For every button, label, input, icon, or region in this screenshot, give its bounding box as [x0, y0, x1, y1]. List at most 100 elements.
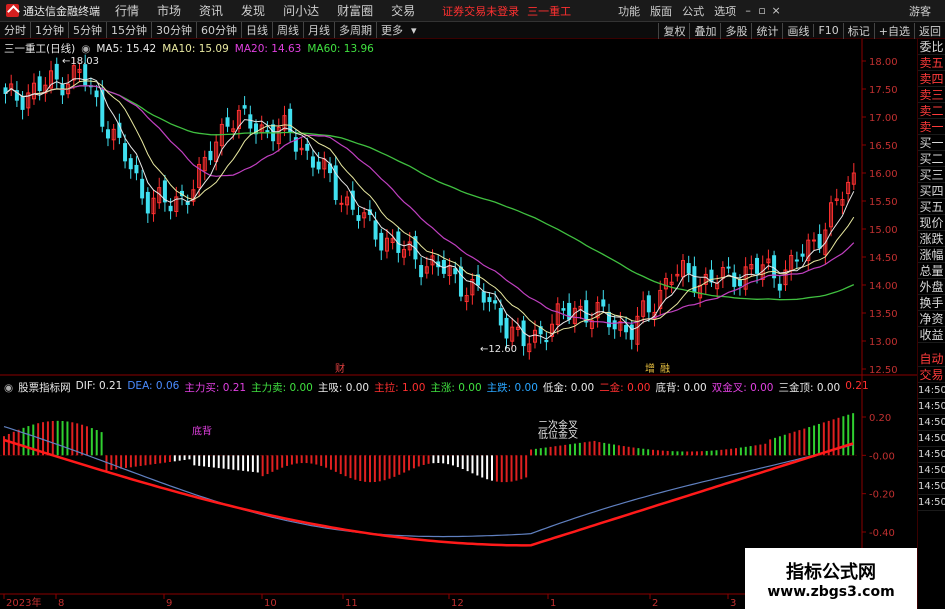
back-button[interactable]: 返回: [914, 22, 945, 39]
price-axis-label: 14.50: [869, 253, 898, 264]
dea-line: [3, 426, 854, 538]
tick-time-label: 14:50: [918, 479, 945, 495]
main-chart-title[interactable]: 三一重工(日线): [4, 41, 75, 56]
indicator-name[interactable]: 股票指标网: [18, 380, 71, 395]
candle-body: [339, 202, 344, 205]
minimize-icon[interactable]: –: [741, 4, 755, 17]
menu-functions[interactable]: 功能: [613, 3, 645, 19]
quote-field-label: 卖二: [918, 104, 945, 119]
divergence-label: 底背: [192, 424, 212, 437]
period-multi[interactable]: 多周期: [334, 22, 376, 38]
indicator-legend-item: 底背: 0.00: [655, 382, 707, 394]
candle-body: [54, 63, 59, 80]
candle-body: [493, 300, 498, 304]
period-more[interactable]: 更多: [376, 22, 407, 38]
f10-button[interactable]: F10: [813, 24, 842, 37]
candle-body: [811, 239, 816, 242]
candle-body: [288, 108, 293, 133]
period-monthly[interactable]: 月线: [303, 22, 334, 38]
quote-side-panel: 委比 卖五 卖四 卖三 卖二 卖一 买一 买二 买三 买四 买五 现价 涨跌 涨幅 总量 外盘 换手 净资 收益 自动…: [917, 39, 945, 609]
candle-body: [458, 266, 463, 297]
add-watchlist-button[interactable]: +自选: [873, 22, 914, 39]
menu-quotes[interactable]: 行情: [106, 2, 148, 19]
candle-body: [225, 117, 230, 127]
candle-body: [561, 308, 566, 311]
quote-field-label: 换手: [918, 296, 945, 311]
menu-options[interactable]: 选项: [709, 3, 741, 19]
adjust-button[interactable]: 复权: [658, 22, 689, 39]
period-tick[interactable]: 分时: [0, 22, 30, 38]
period-30min[interactable]: 30分钟: [151, 22, 196, 38]
indicator-axis-label: 0.20: [869, 413, 891, 424]
quote-field-label: 卖三: [918, 88, 945, 103]
overlay-button[interactable]: 叠加: [689, 22, 720, 39]
menu-discover[interactable]: 发现: [232, 2, 274, 19]
candle-body: [624, 325, 629, 333]
menu-news[interactable]: 资讯: [190, 2, 232, 19]
title-bar: 通达信金融终端 行情 市场 资讯 发现 问小达 财富圈 交易 证券交易未登录 三…: [0, 0, 945, 22]
app-title: 通达信金融终端: [23, 4, 100, 18]
current-stock-name: 三一重工: [527, 4, 572, 18]
indicator-legend-item: 主力买: 0.21: [184, 382, 247, 394]
watermark: 指标公式网 www.zbgs3.com: [745, 548, 917, 609]
price-axis-label: 13.50: [869, 309, 898, 320]
ma20-line: [5, 85, 855, 324]
candle-body: [726, 266, 731, 269]
price-axis-label: 15.50: [869, 197, 898, 208]
more-dropdown-icon[interactable]: ▾: [407, 24, 421, 37]
menu-layout[interactable]: 版面: [645, 3, 677, 19]
stats-button[interactable]: 统计: [751, 22, 782, 39]
menu-ask[interactable]: 问小达: [274, 2, 328, 19]
candle-body: [646, 295, 651, 313]
event-mark: 财: [335, 362, 345, 375]
indicator-legend-item: DEA: 0.06: [127, 380, 180, 392]
quote-field-label: 买五: [918, 200, 945, 215]
draw-button[interactable]: 画线: [782, 22, 813, 39]
quote-field-label: 收益: [918, 328, 945, 343]
trade-login-status[interactable]: 证券交易未登录: [442, 3, 519, 19]
indicator-legend-item: 主涨: 0.00: [430, 382, 482, 394]
period-weekly[interactable]: 周线: [272, 22, 303, 38]
event-mark: 融: [660, 363, 670, 375]
close-icon[interactable]: ×: [769, 4, 783, 17]
candle-body: [356, 215, 361, 221]
price-axis-label: 17.50: [869, 85, 898, 96]
mark-button[interactable]: 标记: [842, 22, 874, 39]
period-5min[interactable]: 5分钟: [68, 22, 106, 38]
candle-body: [487, 297, 492, 303]
date-axis-label: 11: [345, 598, 358, 609]
date-axis-label: 2023年: [6, 596, 41, 609]
menu-market[interactable]: 市场: [148, 2, 190, 19]
high-price-marker: ←18.03: [62, 56, 99, 67]
candle-body: [584, 300, 589, 323]
indicator-legend-item: 三金顶: 0.00: [778, 382, 841, 394]
ma60-legend: MA60: 13.96: [307, 42, 374, 55]
chart-canvas[interactable]: 18.00 17.50 17.00 16.50 16.00 15.50 15.00 14.50…: [0, 39, 917, 609]
restore-icon[interactable]: ▫: [755, 4, 769, 17]
period-1min[interactable]: 1分钟: [30, 22, 68, 38]
settings-circle-icon[interactable]: ◉: [81, 43, 90, 55]
date-axis-label: 1: [550, 598, 556, 609]
settings-circle-icon[interactable]: ◉: [4, 382, 13, 394]
period-60min[interactable]: 60分钟: [196, 22, 241, 38]
candle-body: [481, 291, 486, 303]
candle-body: [686, 263, 691, 274]
cross-label-2: 低位金叉: [538, 428, 578, 441]
quote-field-label: 买三: [918, 168, 945, 183]
menu-trade[interactable]: 交易: [382, 2, 424, 19]
period-daily[interactable]: 日线: [241, 22, 272, 38]
candle-body: [83, 64, 88, 87]
period-15min[interactable]: 15分钟: [106, 22, 151, 38]
menu-wealth[interactable]: 财富圈: [328, 2, 382, 19]
indicator-axis-label: -0.20: [869, 490, 895, 501]
menu-formula[interactable]: 公式: [677, 3, 709, 19]
multi-stock-button[interactable]: 多股: [720, 22, 751, 39]
app-logo: 通达信金融终端: [0, 0, 106, 22]
quote-field-label: 总量: [918, 264, 945, 279]
indicator-legend-item: 二金: 0.00: [599, 382, 651, 394]
candle-body: [800, 253, 805, 257]
tick-time-label: 14:50: [918, 383, 945, 399]
candle-body: [310, 156, 315, 168]
quote-field-label: 净资: [918, 312, 945, 327]
guest-label[interactable]: 游客: [909, 3, 945, 19]
